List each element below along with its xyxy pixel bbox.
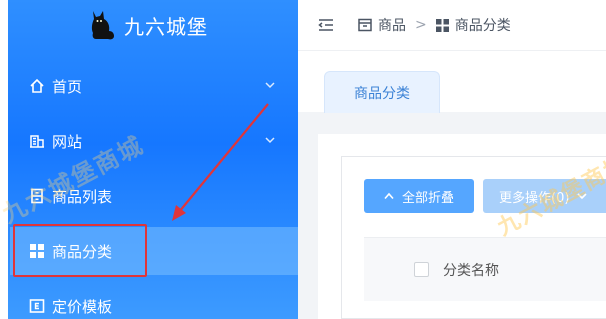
breadcrumb-item[interactable]: 商品 xyxy=(378,15,406,35)
table-header: 分类名称 xyxy=(364,237,606,301)
sidebar-item-home[interactable]: 首页 xyxy=(10,63,298,109)
annotation-highlight-box xyxy=(13,224,147,277)
collapse-all-label: 全部折叠 xyxy=(401,190,454,206)
chevron-up-icon xyxy=(384,192,394,200)
sidebar-item-label: 首页 xyxy=(52,77,83,96)
tab-bar: 商品分类 xyxy=(298,50,606,113)
grid-icon xyxy=(435,18,449,32)
home-icon xyxy=(28,77,46,95)
sidebar-item-label: 网站 xyxy=(52,132,83,151)
app-logo[interactable]: 九六城堡 xyxy=(88,8,208,42)
pricing-icon xyxy=(28,297,46,315)
select-all-checkbox[interactable] xyxy=(414,262,429,277)
product-box-icon xyxy=(358,18,372,32)
breadcrumb: 商品 > 商品分类 xyxy=(358,15,511,35)
sidebar-item-label: 定价模板 xyxy=(52,297,113,316)
website-icon xyxy=(28,132,46,150)
topbar: 商品 > 商品分类 xyxy=(298,0,606,50)
breadcrumb-separator: > xyxy=(415,17,427,33)
sidebar-item-website[interactable]: 网站 xyxy=(10,118,298,164)
cat-logo-icon xyxy=(91,11,114,40)
column-header-category-name: 分类名称 xyxy=(443,262,499,279)
tab-product-category[interactable]: 商品分类 xyxy=(324,71,440,113)
chevron-down-icon xyxy=(265,137,275,144)
sidebar-item-pricing-template[interactable]: 定价模板 xyxy=(10,283,298,319)
collapse-all-button[interactable]: 全部折叠 xyxy=(364,179,474,213)
chevron-down-icon xyxy=(265,82,275,89)
app-title: 九六城堡 xyxy=(124,14,208,39)
collapse-sidebar-icon[interactable] xyxy=(318,16,336,34)
breadcrumb-item-current: 商品分类 xyxy=(454,18,511,34)
